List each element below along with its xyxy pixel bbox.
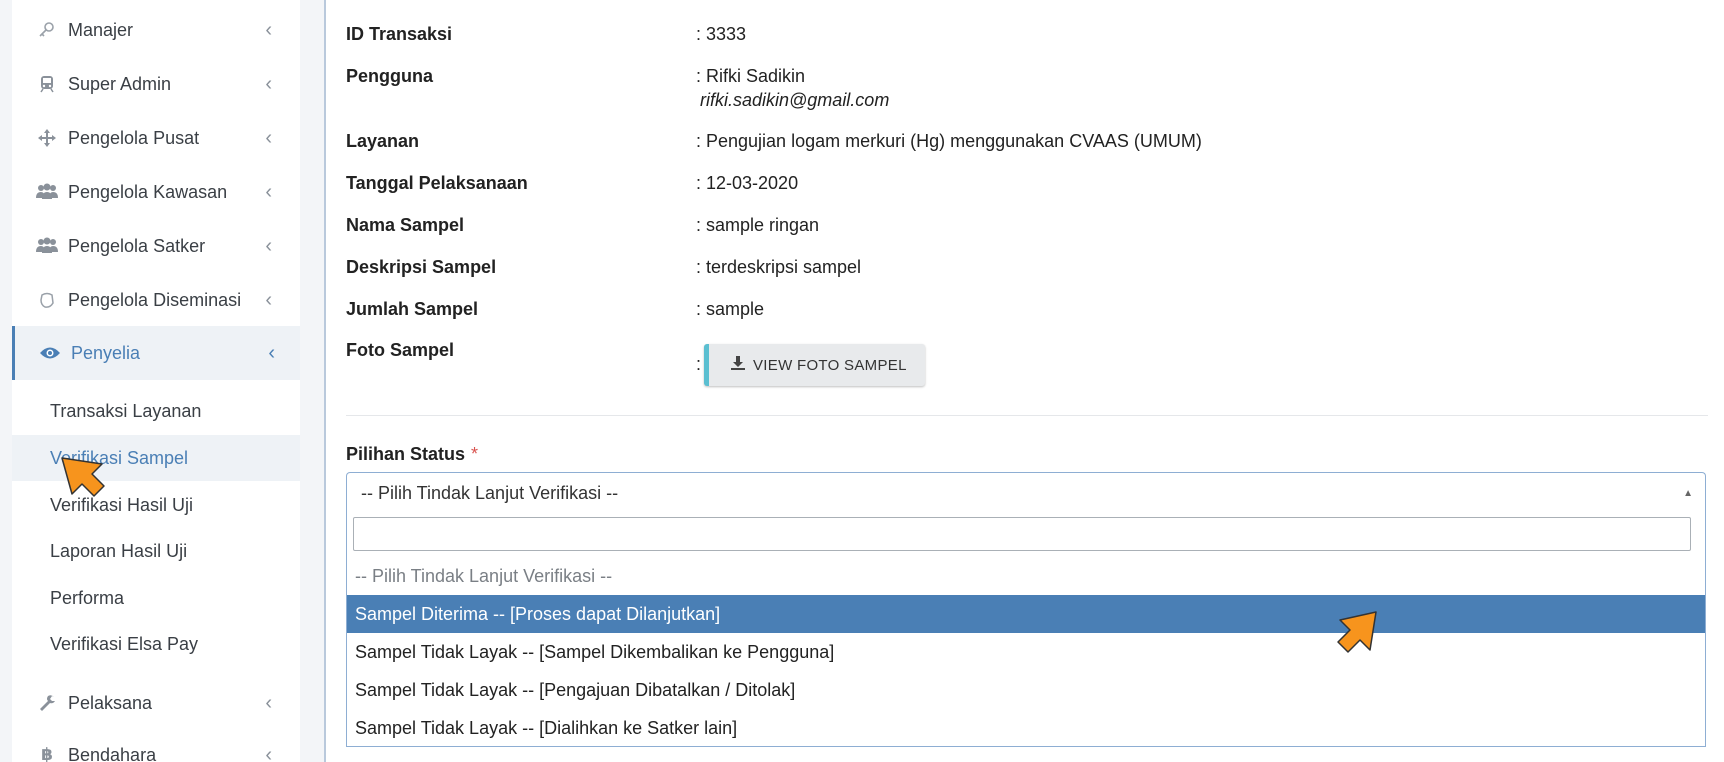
detail-key: Pengguna [346, 66, 434, 86]
detail-value: : 3333 [696, 24, 747, 44]
sidebar-item-pengelola-kawasan[interactable]: Pengelola Kawasan ‹ [12, 165, 300, 219]
detail-key: Foto Sampel [346, 340, 455, 360]
dropdown-search-input[interactable] [353, 517, 1691, 551]
status-dropdown: -- Pilih Tindak Lanjut Verifikasi -- Sam… [346, 512, 1706, 747]
status-select[interactable]: -- Pilih Tindak Lanjut Verifikasi -- ▲ [346, 472, 1706, 513]
sidebar-item-label: Pengelola Pusat [68, 127, 200, 148]
sidebar-item-label: Pengelola Diseminasi [68, 289, 242, 310]
eye-icon [37, 346, 63, 360]
option-label: -- Pilih Tindak Lanjut Verifikasi -- [355, 565, 613, 586]
wrench-icon [34, 694, 60, 712]
status-select-value: -- Pilih Tindak Lanjut Verifikasi -- [361, 482, 619, 503]
sidebar-item-label: Bendahara [68, 744, 157, 762]
sidebar-item-penyelia[interactable]: Penyelia ‹ [12, 326, 300, 380]
sidebar-item-label: Pengelola Satker [68, 235, 206, 256]
option-label: Sampel Tidak Layak -- [Pengajuan Dibatal… [355, 679, 796, 700]
detail-key: Tanggal Pelaksanaan [346, 173, 528, 193]
main-panel: ID Transaksi : 3333 Pengguna : Rifki Sad… [324, 0, 1724, 762]
sidebar-subitem-verifikasi-hasil-uji[interactable]: Verifikasi Hasil Uji [12, 482, 300, 528]
sidebar-item-label: Pengelola Kawasan [68, 181, 228, 202]
detail-value: : sample ringan [696, 215, 820, 235]
sidebar-item-super-admin[interactable]: Super Admin ‹ [12, 57, 300, 111]
sidebar-item-label: Penyelia [71, 342, 141, 363]
chevron-left-icon: ‹ [265, 18, 272, 41]
dropdown-option[interactable]: -- Pilih Tindak Lanjut Verifikasi -- [347, 557, 1705, 595]
chevron-left-icon: ‹ [265, 126, 272, 149]
users-icon [34, 183, 60, 201]
chevron-left-icon: ‹ [265, 288, 272, 311]
pointer-arrow-icon [61, 457, 105, 497]
sidebar-subitem-transaksi-layanan[interactable]: Transaksi Layanan [12, 388, 300, 434]
chevron-left-icon: ‹ [265, 743, 272, 762]
option-label: Sampel Tidak Layak -- [Sampel Dikembalik… [355, 641, 835, 662]
chevron-left-icon: ‹ [265, 72, 272, 95]
detail-key: ID Transaksi [346, 24, 453, 44]
sidebar-item-pengelola-diseminasi[interactable]: Pengelola Diseminasi ‹ [12, 273, 300, 327]
detail-value: : terdeskripsi sampel [696, 257, 862, 277]
view-foto-label: VIEW FOTO SAMPEL [753, 356, 907, 374]
sidebar-subitem-laporan-hasil-uji[interactable]: Laporan Hasil Uji [12, 528, 300, 574]
dropdown-option[interactable]: Sampel Tidak Layak -- [Sampel Dikembalik… [347, 633, 1705, 671]
move-arrows-icon [34, 128, 60, 148]
detail-value: : sample [696, 299, 765, 319]
sidebar-subitem-verifikasi-sampel[interactable]: Verifikasi Sampel [12, 435, 300, 481]
sidebar-subitem-label: Laporan Hasil Uji [50, 540, 188, 561]
users-icon [34, 237, 60, 255]
sidebar-subitem-label: Transaksi Layanan [50, 400, 202, 421]
user-email: rifki.sadikin@gmail.com [700, 90, 890, 110]
chevron-left-icon: ‹ [265, 180, 272, 203]
status-label-text: Pilihan Status [346, 444, 466, 464]
detail-value: : 12-03-2020 [696, 173, 799, 193]
chevron-left-icon: ‹ [265, 234, 272, 257]
key-icon [34, 21, 60, 39]
sidebar-subitem-performa[interactable]: Performa [12, 575, 300, 621]
hand-icon [34, 291, 60, 309]
detail-key: Deskripsi Sampel [346, 257, 497, 277]
pointer-arrow-icon [1337, 611, 1377, 653]
status-label: Pilihan Status * [346, 444, 478, 465]
detail-value: : [696, 354, 702, 374]
divider [346, 415, 1708, 416]
sidebar-item-pengelola-satker[interactable]: Pengelola Satker ‹ [12, 219, 300, 273]
sidebar-item-pengelola-pusat[interactable]: Pengelola Pusat ‹ [12, 111, 300, 165]
sidebar-item-bendahara[interactable]: ฿ Bendahara ‹ [12, 728, 300, 762]
detail-key: Jumlah Sampel [346, 299, 479, 319]
sidebar-subitem-label: Verifikasi Elsa Pay [50, 633, 199, 654]
chevron-left-icon: ‹ [268, 341, 275, 364]
detail-value: : Pengujian logam merkuri (Hg) menggunak… [696, 131, 1202, 151]
sidebar-subitem-label: Performa [50, 587, 125, 608]
option-label: Sampel Tidak Layak -- [Dialihkan ke Satk… [355, 717, 738, 738]
dropdown-option[interactable]: Sampel Diterima -- [Proses dapat Dilanju… [347, 595, 1705, 633]
view-foto-sampel-button[interactable]: VIEW FOTO SAMPEL [704, 344, 925, 386]
sidebar-item-label: Pelaksana [68, 692, 153, 713]
sidebar-item-pelaksana[interactable]: Pelaksana ‹ [12, 676, 300, 730]
detail-key: Layanan [346, 131, 420, 151]
detail-value: : Rifki Sadikin [696, 66, 806, 86]
required-mark: * [471, 444, 479, 464]
chevron-left-icon: ‹ [265, 691, 272, 714]
option-label: Sampel Diterima -- [Proses dapat Dilanju… [355, 603, 721, 624]
sidebar-item-label: Super Admin [68, 73, 172, 94]
sidebar-item-manajer[interactable]: Manajer ‹ [12, 3, 300, 57]
train-icon [34, 75, 60, 93]
sidebar: Manajer ‹ Super Admin ‹ Pengelola Pusat … [12, 0, 300, 762]
sidebar-item-label: Manajer [68, 19, 134, 40]
sidebar-subitem-verifikasi-elsa-pay[interactable]: Verifikasi Elsa Pay [12, 621, 300, 667]
dropdown-option[interactable]: Sampel Tidak Layak -- [Pengajuan Dibatal… [347, 671, 1705, 709]
bitcoin-icon: ฿ [41, 745, 53, 762]
caret-up-icon: ▲ [1683, 487, 1693, 499]
download-icon [731, 356, 745, 374]
dropdown-option[interactable]: Sampel Tidak Layak -- [Dialihkan ke Satk… [347, 709, 1705, 747]
detail-key: Nama Sampel [346, 215, 465, 235]
